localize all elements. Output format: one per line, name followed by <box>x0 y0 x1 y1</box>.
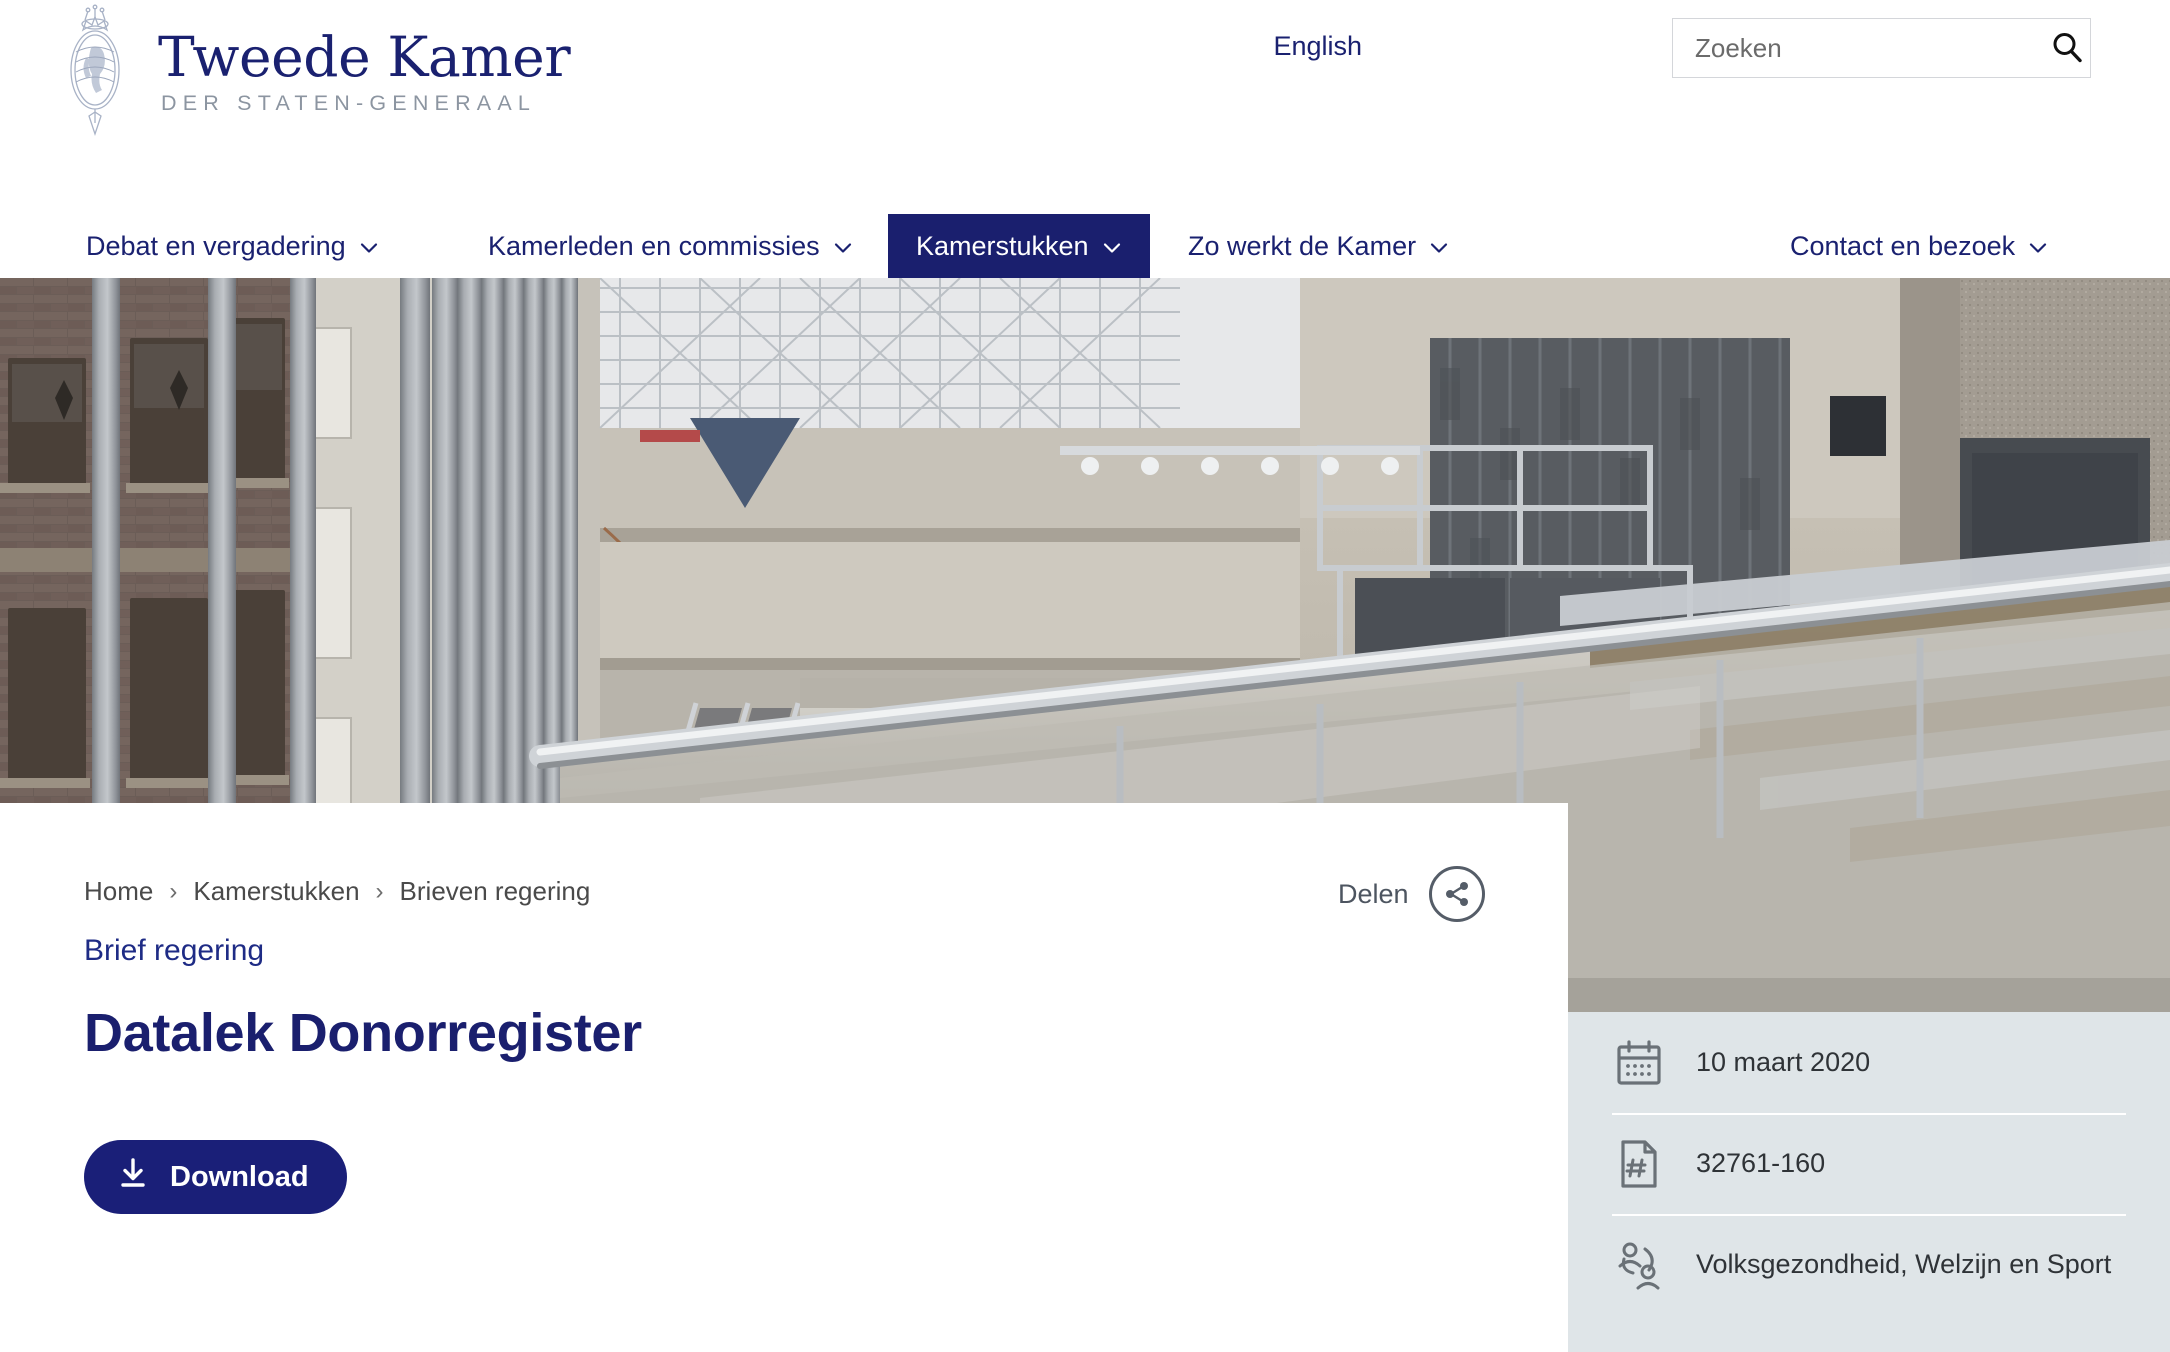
nav-label: Kamerstukken <box>916 230 1089 261</box>
brand-title: Tweede Kamer <box>158 24 571 89</box>
download-button[interactable]: Download <box>84 1140 347 1214</box>
coat-of-arms-icon <box>58 4 132 140</box>
download-label: Download <box>170 1160 309 1193</box>
document-metadata-panel: 10 maart 2020 32761-160 Volksgezondheid,… <box>1568 1012 2170 1352</box>
document-number-icon <box>1612 1138 1666 1190</box>
nav-label: Contact en bezoek <box>1790 230 2016 261</box>
share-label: Delen <box>1338 878 1409 909</box>
breadcrumb-item-home[interactable]: Home <box>84 876 153 907</box>
nav-label: Kamerleden en commissies <box>488 230 820 261</box>
chevron-down-icon <box>359 234 379 254</box>
search-submit-button[interactable] <box>2050 19 2092 77</box>
chevron-down-icon <box>2028 234 2048 254</box>
document-type-link[interactable]: Brief regering <box>84 934 264 968</box>
page-title: Datalek Donorregister <box>84 1003 642 1063</box>
site-logo[interactable]: Tweede Kamer DER STATEN-GENERAAL <box>58 4 571 140</box>
main-navigation: Debat en vergadering Kamerleden en commi… <box>0 214 2170 278</box>
search-input[interactable] <box>1673 19 2050 77</box>
search-icon <box>2050 30 2084 67</box>
nav-item-zo-werkt-de-kamer[interactable]: Zo werkt de Kamer <box>1172 214 1465 278</box>
breadcrumb-separator: › <box>375 877 384 905</box>
nav-label: Zo werkt de Kamer <box>1188 230 1417 261</box>
page-root: Tweede Kamer DER STATEN-GENERAAL English… <box>0 0 2170 1352</box>
brand-subtitle: DER STATEN-GENERAAL <box>161 91 537 116</box>
nav-item-contact-en-bezoek[interactable]: Contact en bezoek <box>1774 214 2064 278</box>
meta-row-date: 10 maart 2020 <box>1612 1012 2126 1113</box>
calendar-icon <box>1612 1037 1666 1089</box>
breadcrumb: Home › Kamerstukken › Brieven regering <box>84 876 590 907</box>
breadcrumb-separator: › <box>169 877 178 905</box>
content-card: Home › Kamerstukken › Brieven regering B… <box>0 803 1568 1352</box>
meta-value-document-number: 32761-160 <box>1696 1147 1826 1178</box>
nav-label: Debat en vergadering <box>86 230 346 261</box>
breadcrumb-item-kamerstukken[interactable]: Kamerstukken <box>193 876 359 907</box>
language-switch-english[interactable]: English <box>1273 31 1362 62</box>
meta-row-document-number: 32761-160 <box>1612 1113 2126 1214</box>
chevron-down-icon <box>1102 234 1122 254</box>
people-group-icon <box>1612 1239 1666 1291</box>
nav-item-kamerstukken[interactable]: Kamerstukken <box>888 214 1150 278</box>
search-box[interactable] <box>1672 18 2091 78</box>
share-icon[interactable] <box>1428 866 1485 922</box>
nav-item-kamerleden-en-commissies[interactable]: Kamerleden en commissies <box>472 214 869 278</box>
meta-row-committee: Volksgezondheid, Welzijn en Sport <box>1612 1214 2126 1315</box>
share-control[interactable]: Delen <box>1338 866 1485 922</box>
chevron-down-icon <box>833 234 853 254</box>
site-header: Tweede Kamer DER STATEN-GENERAAL English <box>0 0 2170 214</box>
breadcrumb-item-brieven-regering[interactable]: Brieven regering <box>400 876 591 907</box>
meta-value-committee: Volksgezondheid, Welzijn en Sport <box>1696 1248 2112 1279</box>
chevron-down-icon <box>1429 234 1449 254</box>
download-icon <box>118 1157 148 1197</box>
meta-value-date: 10 maart 2020 <box>1696 1046 1871 1077</box>
nav-item-debat-en-vergadering[interactable]: Debat en vergadering <box>70 214 395 278</box>
